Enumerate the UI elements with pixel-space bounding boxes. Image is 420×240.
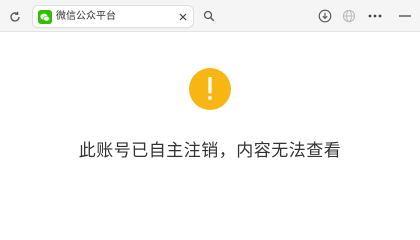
refresh-icon: [10, 11, 20, 22]
minimize-button[interactable]: [396, 7, 414, 25]
globe-icon: [342, 9, 356, 23]
browser-tab[interactable]: 微信公众平台: [32, 5, 194, 28]
account-deleted-message: 此账号已自主注销，内容无法查看: [78, 141, 342, 161]
tab-title: 微信公众平台: [56, 11, 116, 22]
minimize-icon: [399, 15, 411, 17]
tab-close-button[interactable]: [177, 11, 189, 23]
download-icon: [318, 9, 332, 23]
wechat-icon: [38, 10, 52, 24]
more-button[interactable]: [366, 7, 384, 25]
warning-icon: [189, 68, 231, 110]
search-icon: [203, 10, 215, 22]
refresh-button[interactable]: [6, 8, 24, 26]
browser-toolbar: 微信公众平台: [0, 0, 420, 32]
more-icon: [368, 14, 382, 18]
close-icon: [179, 13, 187, 21]
search-button[interactable]: [200, 7, 218, 25]
download-button[interactable]: [316, 7, 334, 25]
globe-button[interactable]: [340, 7, 358, 25]
